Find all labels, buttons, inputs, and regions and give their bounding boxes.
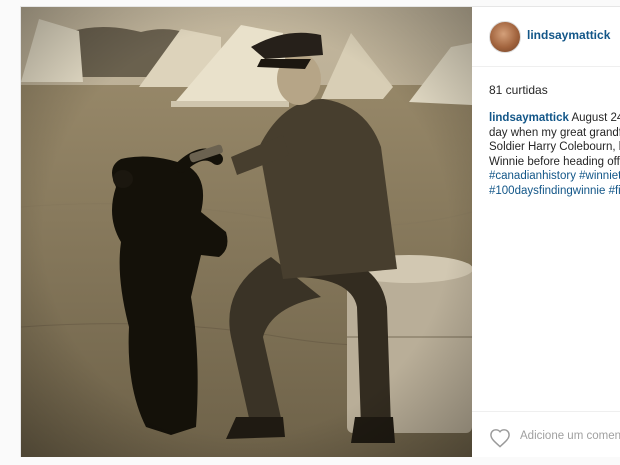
hashtag-link[interactable]: #100daysfindingwinnie	[489, 185, 605, 197]
caption-text-line-2: day when my great grandf	[489, 126, 620, 139]
caption-username-link[interactable]: lindsaymattick	[489, 112, 569, 124]
post-caption: lindsaymattick August 24t day when my gr…	[489, 111, 620, 198]
caption-text-line-1: August 24t	[571, 112, 620, 124]
caption-text-line-4: Winnie before heading off	[489, 155, 620, 168]
likes-count[interactable]: 81 curtidas	[489, 83, 548, 97]
post-header: lindsaymattick	[472, 7, 620, 67]
comment-input[interactable]	[520, 430, 620, 442]
hashtag-link[interactable]: #canadianhistory	[489, 170, 576, 182]
post-username-link[interactable]: lindsaymattick	[527, 28, 610, 42]
hashtag-link[interactable]: #fi	[609, 185, 620, 197]
post-footer	[472, 411, 620, 457]
avatar[interactable]	[489, 21, 521, 53]
heart-outline-icon[interactable]	[489, 428, 511, 448]
post-photo[interactable]	[21, 7, 472, 457]
instagram-post: lindsaymattick 81 curtidas lindsaymattic…	[20, 6, 620, 457]
hashtag-link[interactable]: #winniet	[579, 170, 620, 182]
caption-text-line-3: Soldier Harry Colebourn, b	[489, 141, 620, 153]
post-sidebar: lindsaymattick 81 curtidas lindsaymattic…	[472, 7, 620, 457]
